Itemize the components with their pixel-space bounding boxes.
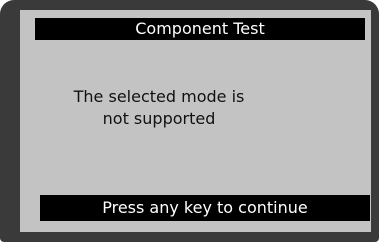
lcd-screen: Component Test The selected mode is not …: [20, 10, 371, 232]
message-line-2: not supported: [102, 109, 216, 128]
device-frame: Component Test The selected mode is not …: [0, 0, 379, 242]
continue-prompt[interactable]: Press any key to continue: [40, 195, 370, 221]
status-message: The selected mode is not supported: [20, 86, 298, 130]
message-line-1: The selected mode is: [73, 87, 245, 106]
screen-title: Component Test: [35, 18, 365, 40]
